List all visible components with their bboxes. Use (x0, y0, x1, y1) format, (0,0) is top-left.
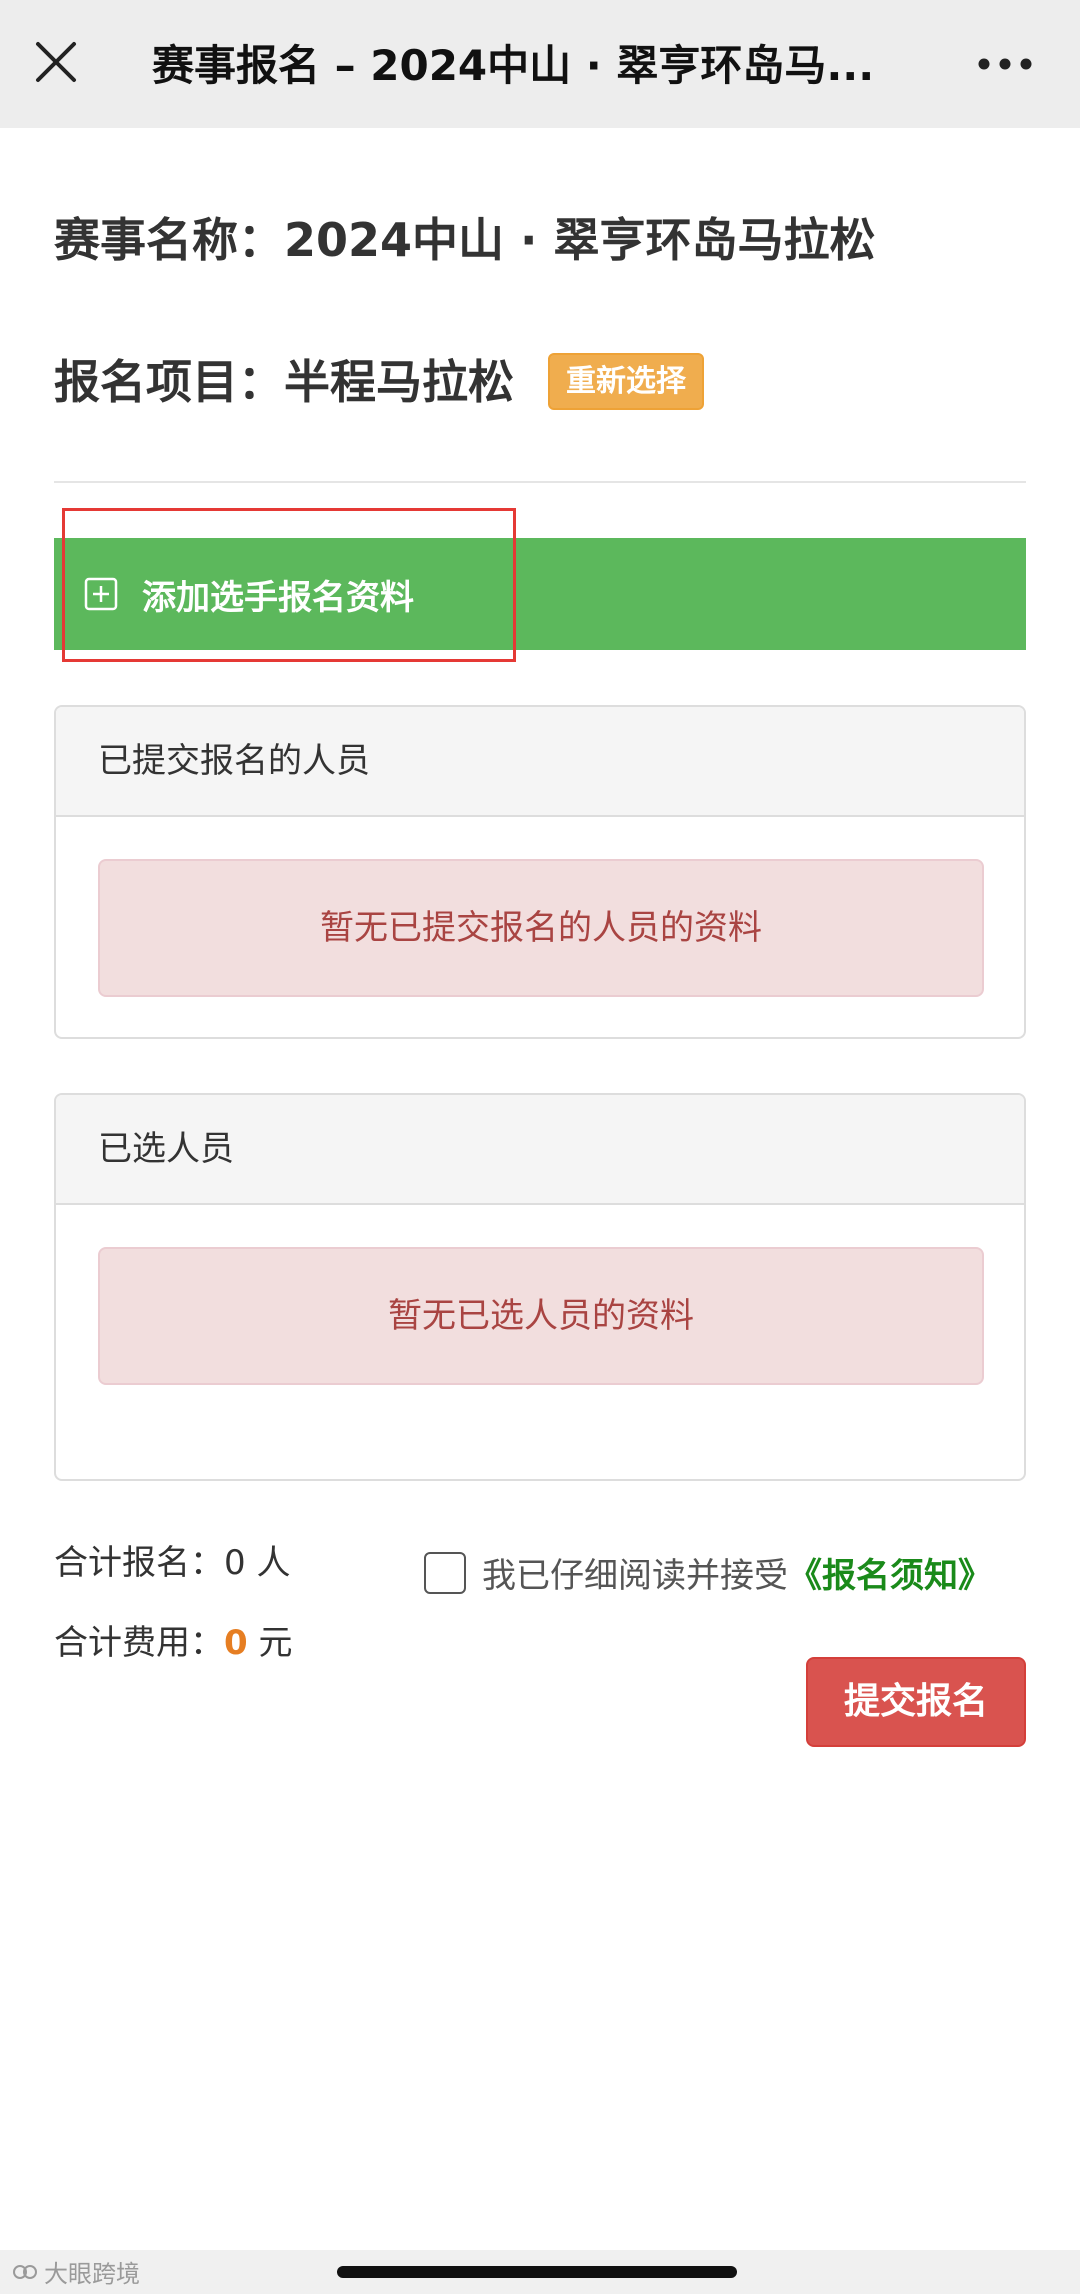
total-count-row: 合计报名：0 人 (54, 1538, 290, 1588)
plus-square-icon (84, 577, 118, 611)
more-horizontal-icon (978, 58, 1032, 70)
reselect-button[interactable]: 重新选择 (548, 353, 704, 410)
total-count-label: 合计报名： (54, 1543, 224, 1583)
add-participant-button[interactable]: 添加选手报名资料 (54, 538, 1026, 650)
home-indicator[interactable] (337, 2266, 737, 2278)
add-participant-label: 添加选手报名资料 (142, 577, 414, 618)
event-name-row: 赛事名称：2024中山 · 翠亨环岛马拉松 (54, 210, 876, 270)
selected-participants-panel: 已选人员 暂无已选人员的资料 (54, 1093, 1026, 1481)
watermark-text: 大眼跨境 (44, 2260, 140, 2288)
event-name-value: 2024中山 · 翠亨环岛马拉松 (284, 213, 876, 267)
total-fee-label: 合计费用： (54, 1623, 224, 1663)
total-count-value: 0 (224, 1543, 246, 1583)
selected-empty-alert: 暂无已选人员的资料 (98, 1247, 984, 1385)
close-icon (36, 42, 76, 82)
event-item-value: 半程马拉松 (284, 355, 514, 409)
selected-panel-heading: 已选人员 (56, 1095, 1024, 1205)
event-name-label: 赛事名称： (54, 213, 284, 267)
submitted-participants-panel: 已提交报名的人员 暂无已提交报名的人员的资料 (54, 705, 1026, 1039)
total-fee-row: 合计费用：0 元 (54, 1618, 292, 1668)
watermark-logo-icon (13, 2264, 37, 2279)
agreement-checkbox[interactable] (424, 1551, 466, 1594)
close-button[interactable] (28, 34, 84, 90)
submitted-panel-heading: 已提交报名的人员 (56, 707, 1024, 817)
event-item-label: 报名项目： (54, 355, 284, 409)
agreement-row: 我已仔细阅读并接受 《报名须知》 (424, 1548, 992, 1597)
top-nav-bar: 赛事报名 – 2024中山 · 翠亨环岛马... (0, 0, 1080, 128)
agreement-text: 我已仔细阅读并接受 (482, 1556, 788, 1596)
agreement-link[interactable]: 《报名须知》 (788, 1548, 992, 1597)
submit-registration-button[interactable]: 提交报名 (806, 1657, 1026, 1747)
event-item-row: 报名项目：半程马拉松 (54, 352, 514, 412)
submitted-empty-alert: 暂无已提交报名的人员的资料 (98, 859, 984, 997)
total-fee-unit: 元 (258, 1623, 293, 1663)
total-count-unit: 人 (256, 1543, 291, 1583)
divider (54, 481, 1026, 483)
watermark: 大眼跨境 (12, 2254, 140, 2289)
more-button[interactable] (970, 38, 1040, 90)
page-title: 赛事报名 – 2024中山 · 翠亨环岛马... (152, 41, 875, 90)
total-fee-value: 0 (224, 1623, 248, 1663)
